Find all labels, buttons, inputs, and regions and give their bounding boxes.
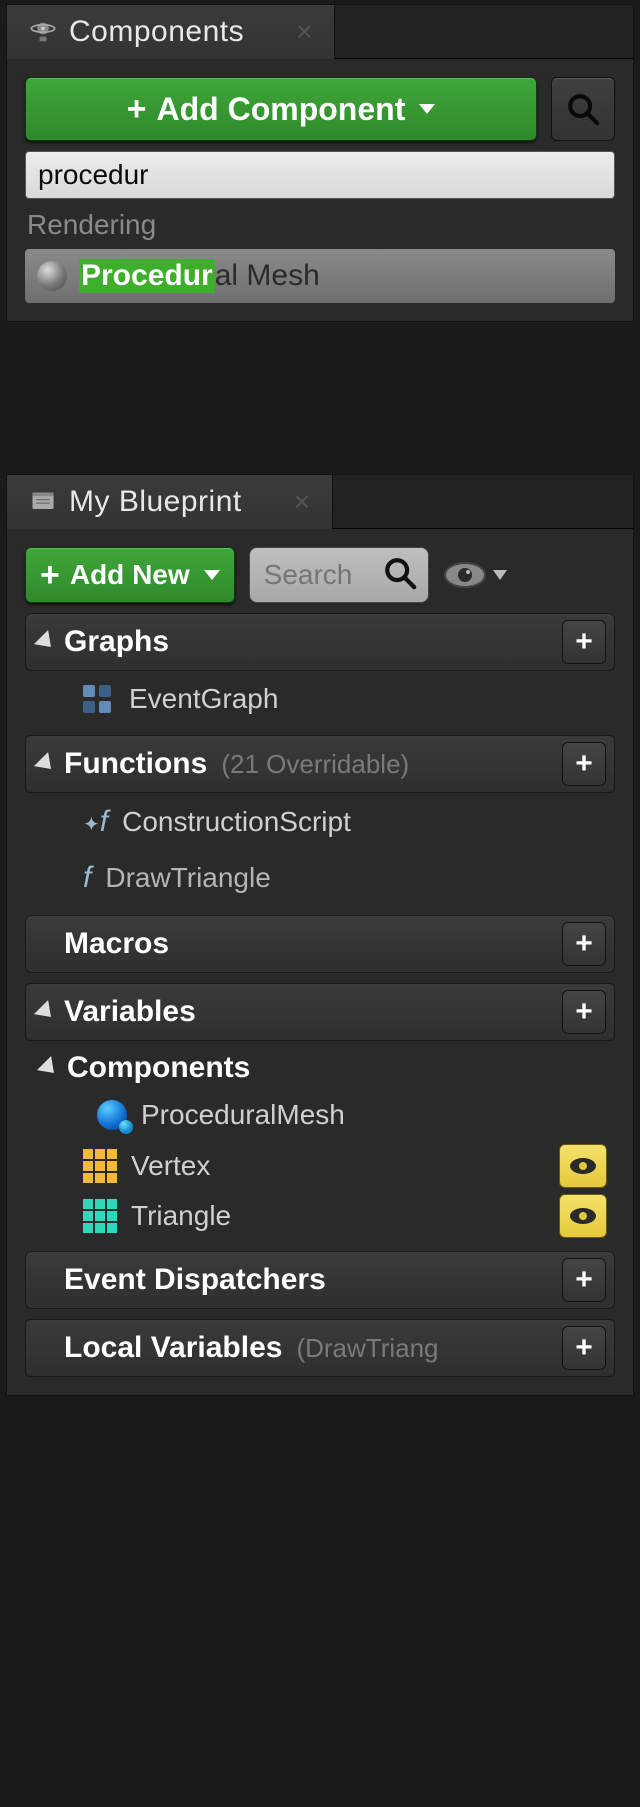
chevron-down-icon: [493, 570, 507, 580]
section-title: Graphs: [64, 625, 169, 659]
eye-icon: [443, 561, 487, 589]
item-label: ConstructionScript: [122, 806, 351, 838]
add-variable-button[interactable]: +: [562, 990, 606, 1034]
section-title: Variables: [64, 995, 196, 1029]
subsection-components[interactable]: Components: [25, 1041, 615, 1087]
add-dispatcher-button[interactable]: +: [562, 1258, 606, 1302]
section-title: Event Dispatchers: [64, 1263, 326, 1297]
myblueprint-tab-title: My Blueprint: [69, 485, 242, 519]
array-icon: [83, 1199, 117, 1233]
eye-icon: [568, 1156, 598, 1176]
components-panel: Components × + Add Component Rendering P…: [6, 4, 634, 322]
function-item-drawtriangle[interactable]: f DrawTriangle: [25, 849, 615, 905]
section-variables[interactable]: Variables +: [25, 983, 615, 1041]
function-item-constructionscript[interactable]: ✦f ConstructionScript: [25, 793, 615, 849]
components-tab[interactable]: Components ×: [7, 5, 335, 59]
search-icon: [383, 556, 417, 595]
blueprint-tab-icon: [29, 488, 57, 516]
section-event-dispatchers[interactable]: Event Dispatchers +: [25, 1251, 615, 1309]
search-icon: [566, 92, 600, 126]
section-graphs[interactable]: Graphs +: [25, 613, 615, 671]
expand-icon: [37, 1056, 61, 1080]
item-label: EventGraph: [129, 683, 278, 715]
eventgraph-icon: [83, 685, 115, 713]
myblueprint-tab-bar: My Blueprint ×: [7, 475, 633, 529]
expand-icon: [34, 752, 58, 776]
section-macros[interactable]: Macros +: [25, 915, 615, 973]
function-override-icon: ✦f: [83, 805, 108, 839]
result-rest: al Mesh: [215, 259, 320, 293]
myblueprint-tab[interactable]: My Blueprint ×: [7, 475, 333, 529]
item-label: DrawTriangle: [105, 862, 270, 894]
add-function-button[interactable]: +: [562, 742, 606, 786]
expand-icon: [34, 1000, 58, 1024]
subsection-title: Components: [67, 1051, 250, 1085]
component-mesh-icon: [97, 1100, 127, 1130]
array-icon: [83, 1149, 117, 1183]
visibility-toggle-vertex[interactable]: [559, 1144, 607, 1188]
section-title: Local Variables: [64, 1331, 282, 1365]
add-graph-button[interactable]: +: [562, 620, 606, 664]
section-title: Macros: [64, 927, 169, 961]
plus-icon: +: [127, 90, 147, 129]
section-local-variables[interactable]: Local Variables (DrawTriang +: [25, 1319, 615, 1377]
item-label: Triangle: [131, 1200, 231, 1232]
eye-icon: [568, 1206, 598, 1226]
graph-item-eventgraph[interactable]: EventGraph: [25, 671, 615, 725]
expand-icon: [34, 630, 58, 654]
search-result-procedural-mesh[interactable]: Procedural Mesh: [25, 249, 615, 303]
components-tab-title: Components: [69, 15, 244, 49]
component-search-input[interactable]: [25, 151, 615, 199]
blueprint-search-wrap: [249, 547, 429, 603]
function-icon: f: [83, 861, 91, 895]
close-icon[interactable]: ×: [294, 486, 310, 518]
section-functions[interactable]: Functions (21 Overridable) +: [25, 735, 615, 793]
add-component-label: Add Component: [157, 91, 406, 128]
chevron-down-icon: [204, 570, 220, 580]
search-toggle-button[interactable]: [551, 77, 615, 141]
result-label: Procedural Mesh: [79, 259, 320, 293]
component-item-proceduralmesh[interactable]: ProceduralMesh: [25, 1087, 615, 1141]
variable-item-triangle[interactable]: Triangle: [25, 1191, 231, 1241]
plus-icon: +: [40, 556, 60, 595]
mesh-icon: [37, 261, 67, 291]
item-label: ProceduralMesh: [141, 1099, 345, 1131]
components-tab-bar: Components ×: [7, 5, 633, 59]
myblueprint-body: + Add New Graphs +: [7, 529, 633, 1395]
myblueprint-panel: My Blueprint × + Add New: [6, 474, 634, 1396]
result-match: Procedur: [79, 259, 215, 293]
add-local-var-button[interactable]: +: [562, 1326, 606, 1370]
close-icon[interactable]: ×: [296, 16, 312, 48]
visibility-toggle-triangle[interactable]: [559, 1194, 607, 1238]
components-panel-body: + Add Component Rendering Procedural Mes…: [7, 59, 633, 321]
components-tab-icon: [29, 18, 57, 46]
visibility-filter-button[interactable]: [443, 561, 507, 589]
add-component-button[interactable]: + Add Component: [25, 77, 537, 141]
item-label: Vertex: [131, 1150, 210, 1182]
add-macro-button[interactable]: +: [562, 922, 606, 966]
section-title: Functions: [64, 747, 207, 781]
add-new-label: Add New: [70, 559, 190, 591]
add-new-button[interactable]: + Add New: [25, 547, 235, 603]
chevron-down-icon: [419, 104, 435, 114]
section-subtitle: (21 Overridable): [221, 749, 409, 780]
section-subtitle: (DrawTriang: [296, 1333, 438, 1364]
category-label: Rendering: [25, 199, 615, 249]
variable-item-vertex[interactable]: Vertex: [25, 1141, 210, 1191]
